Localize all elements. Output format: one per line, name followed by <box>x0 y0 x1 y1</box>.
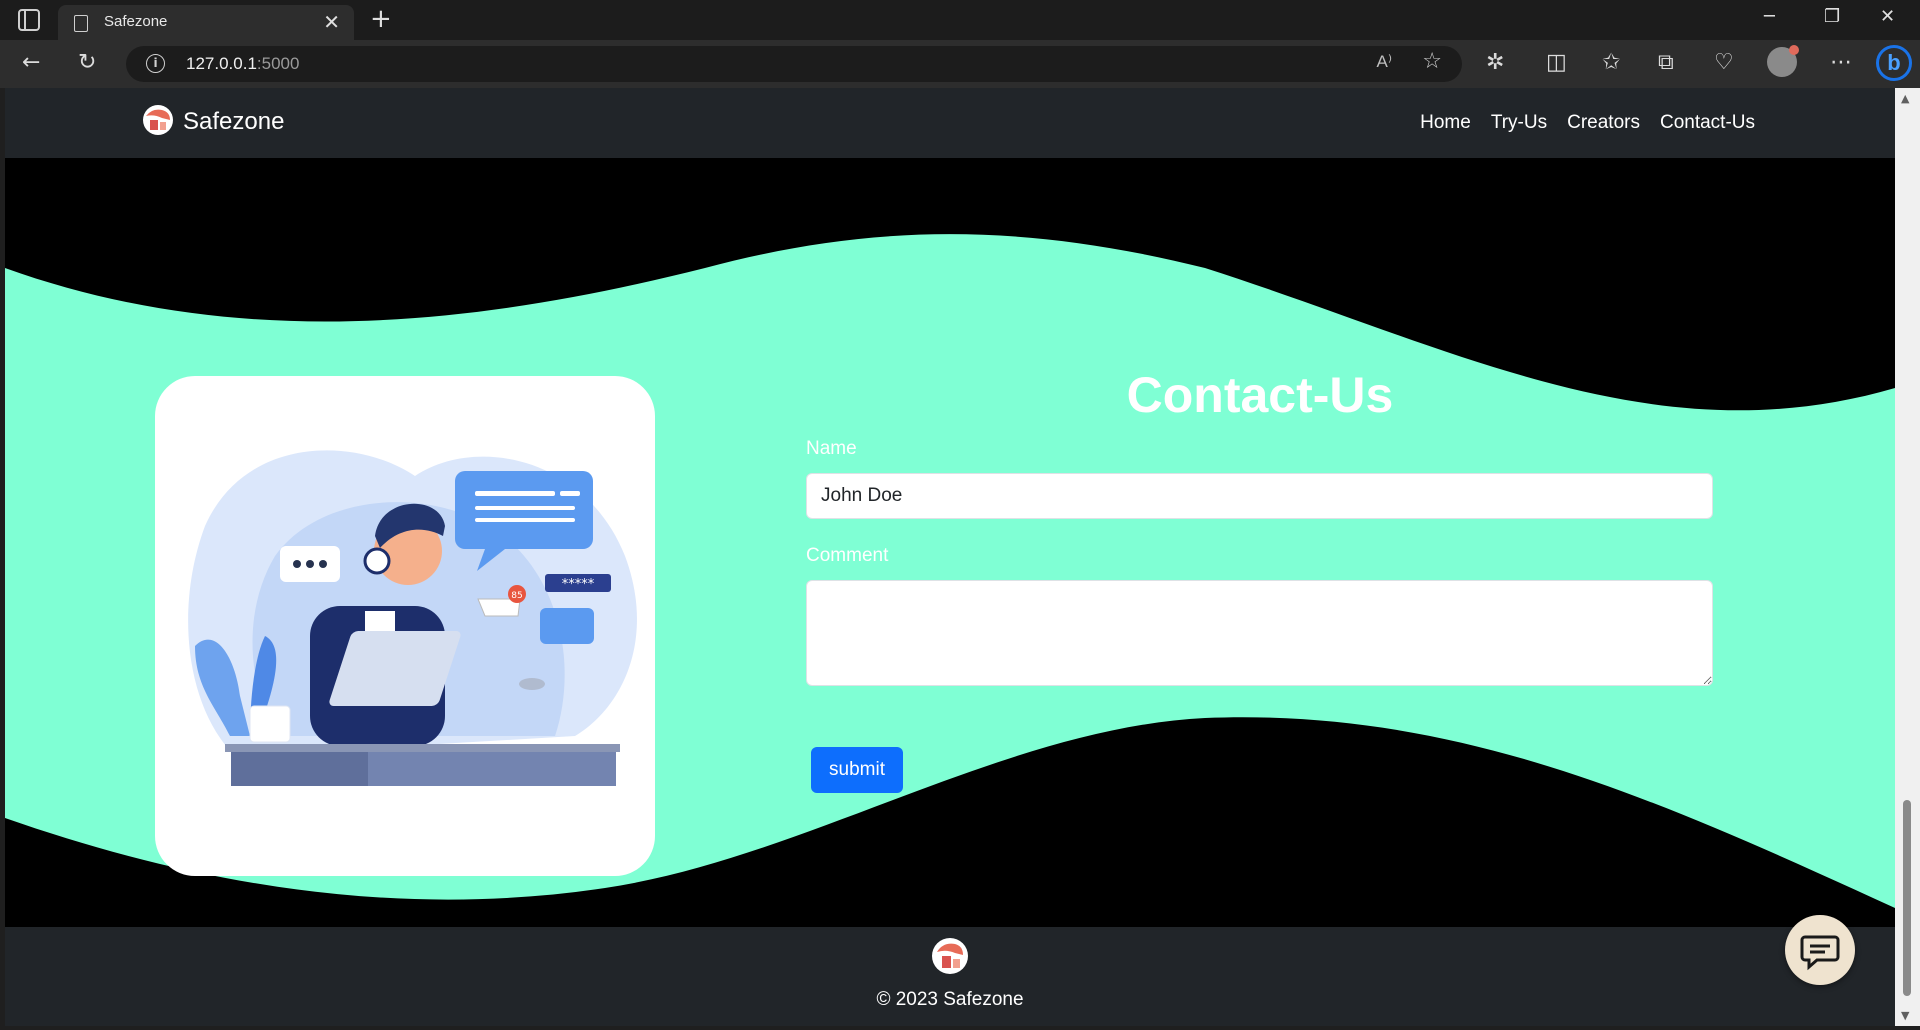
footer-logo-icon <box>932 938 968 974</box>
nav-link-creators[interactable]: Creators <box>1567 112 1640 134</box>
scrollbar-thumb[interactable] <box>1903 800 1911 996</box>
extensions-icon[interactable]: ✲ <box>1486 50 1504 75</box>
svg-text:*****: ***** <box>562 577 595 592</box>
site-info-icon[interactable]: i <box>146 54 165 73</box>
site-navbar: Safezone Home Try-Us Creators Contact-Us <box>5 88 1895 158</box>
nav-link-try-us[interactable]: Try-Us <box>1491 112 1547 134</box>
back-icon[interactable]: ← <box>22 50 40 75</box>
browser-tab[interactable]: Safezone ✕ <box>58 5 354 40</box>
browser-tab-bar: Safezone ✕ + ─ ❐ ✕ <box>0 0 1920 40</box>
sidebar-toggle-icon[interactable] <box>18 9 40 31</box>
read-aloud-icon[interactable]: A⁾ <box>1376 52 1392 72</box>
minimize-icon[interactable]: ─ <box>1764 6 1775 27</box>
comment-label: Comment <box>806 545 889 566</box>
more-menu-icon[interactable]: ⋯ <box>1830 50 1852 75</box>
site-footer: © 2023 Safezone <box>5 927 1895 1026</box>
name-input[interactable] <box>806 473 1713 519</box>
favorite-star-icon[interactable]: ☆ <box>1422 49 1442 74</box>
svg-text:85: 85 <box>511 591 522 601</box>
collections-icon[interactable]: ⧉ <box>1658 50 1674 75</box>
page-scrollbar[interactable]: ▲ ▼ <box>1895 88 1920 1026</box>
support-illustration-card: ***** 85 <box>155 376 655 876</box>
scroll-up-icon[interactable]: ▲ <box>1901 92 1909 105</box>
tab-title: Safezone <box>104 13 168 30</box>
submit-button[interactable]: submit <box>811 747 903 793</box>
close-window-icon[interactable]: ✕ <box>1880 6 1895 27</box>
browser-essentials-icon[interactable]: ♡ <box>1714 50 1734 75</box>
scroll-down-icon[interactable]: ▼ <box>1901 1009 1909 1022</box>
split-screen-icon[interactable]: ◫ <box>1546 50 1567 75</box>
address-bar[interactable]: i 127.0.0.1:5000 A⁾ ☆ <box>126 46 1462 82</box>
brand-name[interactable]: Safezone <box>183 108 284 136</box>
browser-toolbar: ← ↻ i 127.0.0.1:5000 A⁾ ☆ ✲ ◫ ✩ ⧉ ♡ ⋯ b <box>0 40 1920 88</box>
refresh-icon[interactable]: ↻ <box>78 50 96 75</box>
nav-links: Home Try-Us Creators Contact-Us <box>1420 112 1755 134</box>
favorites-icon[interactable]: ✩ <box>1602 50 1620 75</box>
new-tab-button[interactable]: + <box>370 4 392 34</box>
url-text[interactable]: 127.0.0.1:5000 <box>186 54 299 74</box>
chat-icon <box>1800 935 1840 971</box>
chat-button[interactable] <box>1785 915 1855 985</box>
customer-support-illustration: ***** 85 <box>188 450 637 786</box>
restore-icon[interactable]: ❐ <box>1824 6 1840 27</box>
page-viewport: Safezone Home Try-Us Creators Contact-Us… <box>5 88 1895 1026</box>
profile-avatar[interactable] <box>1767 45 1799 77</box>
nav-link-contact-us[interactable]: Contact-Us <box>1660 112 1755 134</box>
safezone-logo-icon <box>143 105 173 135</box>
comment-textarea[interactable] <box>806 580 1713 686</box>
name-label: Name <box>806 438 857 459</box>
copilot-icon[interactable]: b <box>1876 45 1912 81</box>
close-tab-icon[interactable]: ✕ <box>323 10 340 34</box>
nav-link-home[interactable]: Home <box>1420 112 1471 134</box>
page-icon <box>74 15 88 32</box>
copyright-text: © 2023 Safezone <box>876 989 1024 1010</box>
contact-title: Contact-Us <box>1126 367 1394 423</box>
